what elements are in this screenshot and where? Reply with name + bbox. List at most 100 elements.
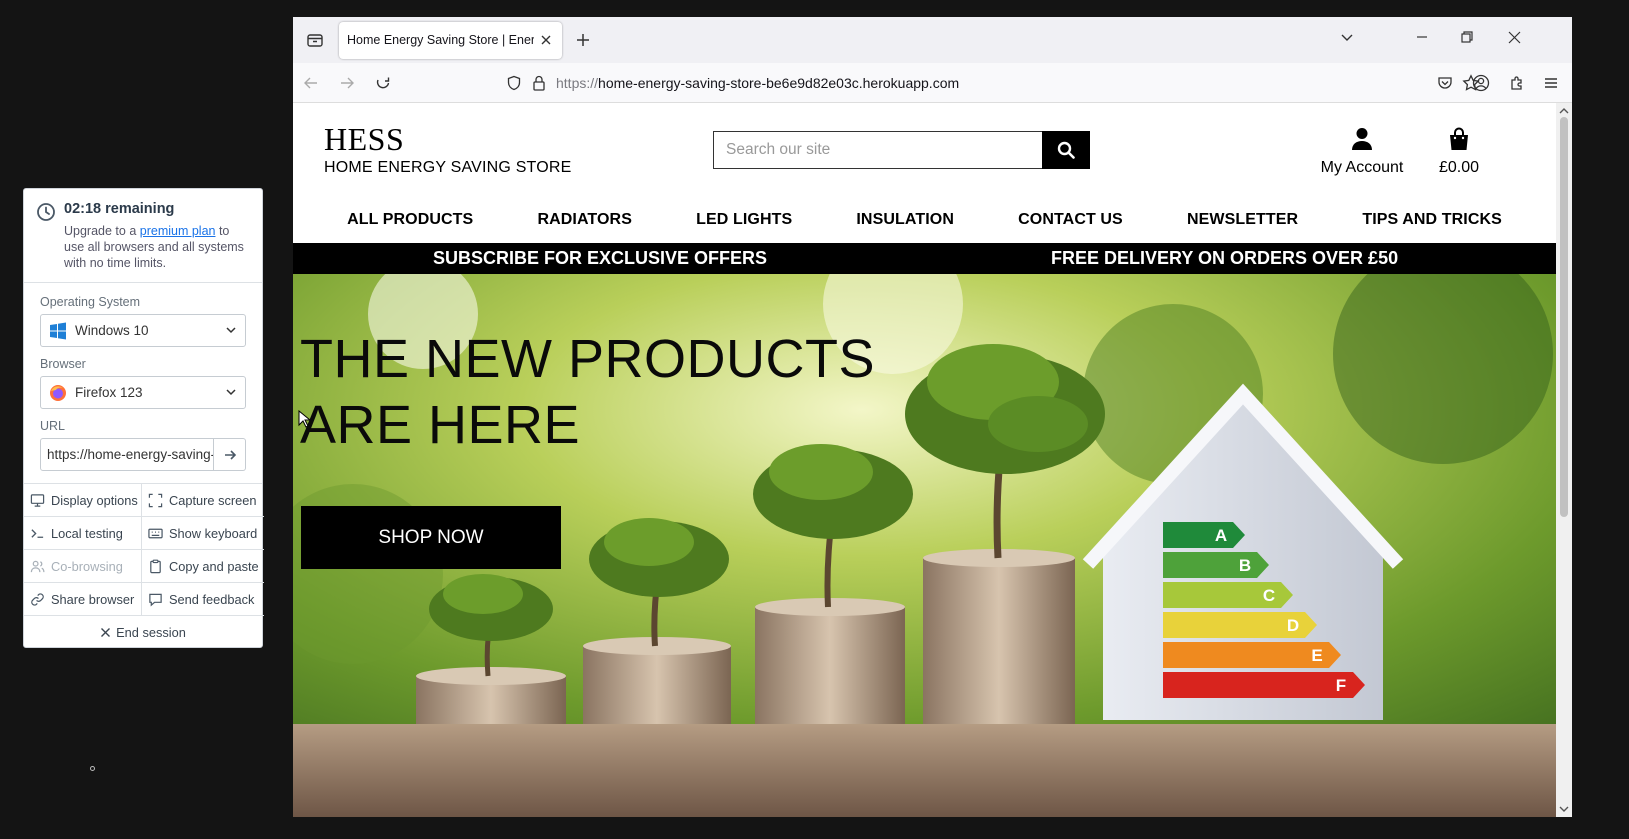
nav-insulation[interactable]: INSULATION (856, 211, 954, 229)
energy-bar-label: C (1263, 586, 1275, 605)
send-feedback-button[interactable]: Send feedback (142, 583, 264, 616)
energy-bar-label: F (1336, 676, 1346, 695)
cart-link[interactable]: £0.00 (1436, 127, 1482, 177)
show-keyboard-button[interactable]: Show keyboard (142, 517, 264, 550)
keyboard-icon (148, 528, 163, 538)
tab-list-icon (307, 34, 323, 47)
scroll-up-icon[interactable] (1559, 106, 1569, 116)
arrow-left-icon (304, 77, 317, 88)
url-label: URL (40, 419, 66, 433)
link-icon (31, 592, 44, 606)
browser-select[interactable]: Firefox 123 (40, 376, 246, 409)
scroll-down-icon[interactable] (1559, 804, 1569, 814)
account-button[interactable] (1463, 67, 1499, 99)
forward-button[interactable] (329, 67, 365, 99)
account-circle-icon (1472, 74, 1490, 92)
hero-title: THE NEW PRODUCTS ARE HERE (300, 329, 875, 455)
pocket-icon (1438, 77, 1452, 89)
url-host: home-energy-saving-store-be6e9d82e03c.he… (598, 74, 960, 91)
capture-screen-button[interactable]: Capture screen (142, 484, 264, 517)
pocket-button[interactable] (1427, 67, 1463, 99)
end-session-button[interactable]: End session (24, 616, 262, 649)
lock-icon[interactable] (532, 75, 546, 91)
scrollbar-thumb[interactable] (1560, 117, 1568, 517)
list-all-tabs-button[interactable] (1332, 25, 1362, 49)
menu-button[interactable] (1533, 67, 1569, 99)
free-delivery-offer: FREE DELIVERY ON ORDERS OVER £50 (1051, 248, 1399, 268)
chevron-down-icon (226, 327, 236, 334)
monitor-icon (30, 493, 45, 507)
clock-icon (37, 203, 55, 221)
session-timer: 02:18 remaining Upgrade to a premium pla… (24, 189, 262, 283)
energy-bar-label: E (1311, 646, 1322, 665)
chevron-down-icon (1341, 34, 1353, 41)
minimize-icon (1417, 36, 1427, 38)
go-button[interactable] (214, 438, 246, 471)
user-icon (1352, 128, 1372, 150)
nav-led-lights[interactable]: LED LIGHTS (696, 211, 792, 229)
nav-newsletter[interactable]: NEWSLETTER (1187, 211, 1298, 229)
site-logo[interactable]: HESS HOME ENERGY SAVING STORE (324, 121, 572, 177)
plus-icon (577, 34, 589, 46)
subscribe-offer[interactable]: SUBSCRIBE FOR EXCLUSIVE OFFERS (433, 248, 767, 269)
nav-contact-us[interactable]: CONTACT US (1018, 211, 1123, 229)
shop-now-button[interactable]: SHOP NOW (301, 506, 561, 569)
active-tab[interactable]: Home Energy Saving Store | Energy (339, 21, 562, 59)
nav-radiators[interactable]: RADIATORS (537, 211, 632, 229)
nav-tips-and-tricks[interactable]: TIPS AND TRICKS (1362, 211, 1502, 229)
url-input[interactable]: https://home-energy-saving-store-be6e9d8… (40, 438, 214, 471)
search-button[interactable] (1042, 131, 1090, 169)
energy-bar-label: D (1287, 616, 1299, 635)
brand-short: HESS (324, 121, 405, 157)
back-button[interactable] (293, 67, 329, 99)
reload-icon (376, 77, 390, 88)
co-browsing-button[interactable]: Co-browsing (24, 550, 142, 583)
shield-icon[interactable] (506, 75, 522, 91)
display-options-button[interactable]: Display options (24, 484, 142, 517)
decorative-dot (90, 766, 95, 771)
puzzle-icon (1511, 76, 1522, 90)
chevron-down-icon (226, 389, 236, 396)
tab-list-button[interactable] (297, 22, 333, 58)
share-browser-button[interactable]: Share browser (24, 583, 142, 616)
energy-bar-label: A (1215, 526, 1227, 545)
search-icon (1057, 141, 1075, 159)
url-scheme: https:// (556, 74, 599, 91)
upgrade-note: Upgrade to a premium plan to use all bro… (64, 224, 244, 270)
nav-all-products[interactable]: ALL PRODUCTS (347, 211, 473, 229)
close-icon[interactable] (538, 32, 554, 48)
main-navigation: ALL PRODUCTS RADIATORS LED LIGHTS INSULA… (293, 197, 1556, 243)
premium-plan-link[interactable]: premium plan (140, 224, 216, 238)
copy-paste-button[interactable]: Copy and paste (142, 550, 264, 583)
os-value: Windows 10 (75, 323, 149, 338)
close-window-button[interactable] (1499, 25, 1529, 49)
browser-value: Firefox 123 (75, 385, 143, 400)
hamburger-icon (1545, 78, 1557, 88)
energy-bar-f (1163, 672, 1365, 698)
offers-banner: SUBSCRIBE FOR EXCLUSIVE OFFERS FREE DELI… (293, 243, 1556, 274)
extensions-button[interactable] (1499, 67, 1535, 99)
local-testing-button[interactable]: Local testing (24, 517, 142, 550)
session-panel: 02:18 remaining Upgrade to a premium pla… (23, 188, 264, 649)
arrow-right-icon (224, 449, 236, 460)
restore-button[interactable] (1452, 25, 1482, 49)
navigation-toolbar: https://home-energy-saving-store-be6e9d8… (293, 63, 1572, 103)
page-scrollbar[interactable] (1556, 103, 1572, 817)
my-account-link[interactable]: My Account (1317, 127, 1407, 177)
cart-total: £0.00 (1438, 159, 1480, 176)
restore-icon (1461, 31, 1473, 43)
feedback-icon (149, 593, 162, 606)
reload-button[interactable] (365, 67, 401, 99)
new-tab-button[interactable] (568, 25, 598, 55)
capture-icon (148, 493, 163, 507)
energy-bar-a (1163, 522, 1245, 548)
browser-label: Browser (40, 357, 86, 371)
search-input[interactable]: Search our site (713, 131, 1042, 169)
tab-title: Home Energy Saving Store | Energy (347, 33, 534, 47)
close-icon (1508, 31, 1520, 43)
browser-window: Home Energy Saving Store | Energy https:… (293, 17, 1572, 817)
minimize-button[interactable] (1407, 25, 1437, 49)
hero-section: ABCDEF THE NEW PRODUCTS ARE HERE SHOP NO… (293, 274, 1556, 817)
os-select[interactable]: Windows 10 (40, 314, 246, 347)
address-bar[interactable]: https://home-energy-saving-store-be6e9d8… (506, 67, 1496, 99)
